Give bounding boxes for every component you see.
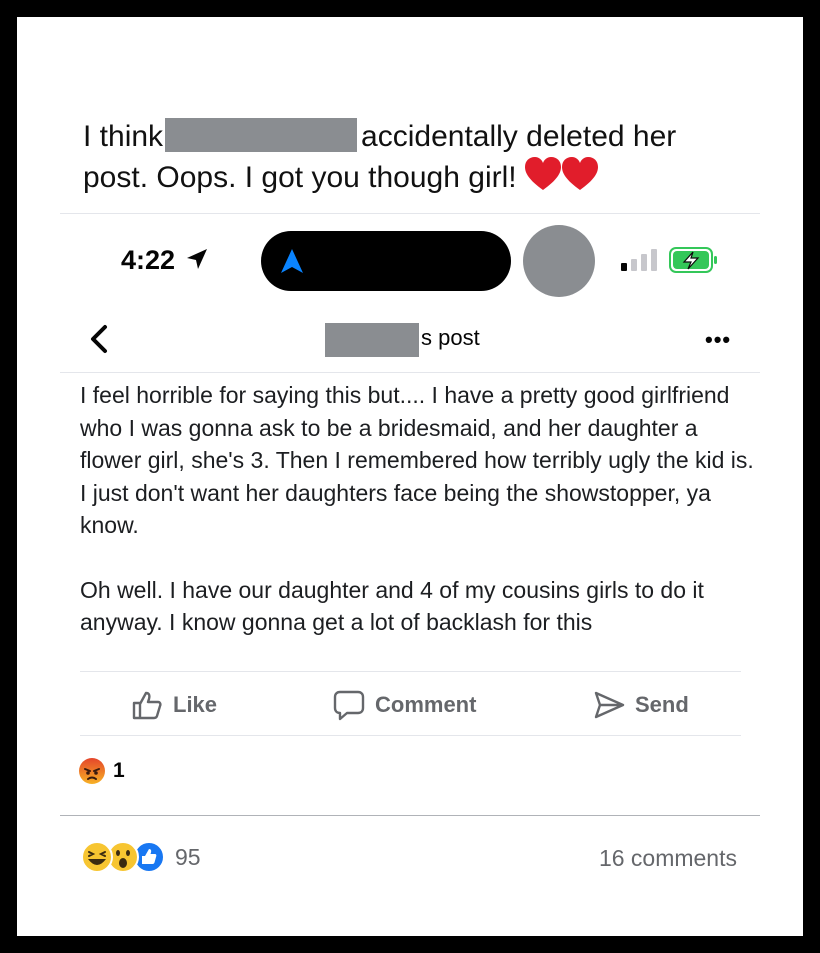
redacted-avatar <box>523 225 595 297</box>
comment-label: Comment <box>375 692 477 717</box>
status-icons <box>621 247 719 273</box>
speech-bubble-icon <box>333 690 365 721</box>
post-header-title: s post <box>421 325 480 350</box>
actions-bottom-divider <box>80 735 741 736</box>
comments-count-link[interactable]: 16 comments <box>599 845 737 872</box>
redacted-name <box>165 118 358 152</box>
inner-reaction-count: 1 <box>113 759 125 782</box>
reaction-summary[interactable]: 95 <box>81 841 201 873</box>
dynamic-island <box>261 231 511 291</box>
header-divider <box>60 372 760 373</box>
more-options-icon[interactable]: ••• <box>705 327 731 353</box>
battery-charging-icon <box>669 247 718 273</box>
send-button[interactable]: Send <box>593 689 689 721</box>
like-label: Like <box>173 692 218 717</box>
post-caption: I think accidentally deleted her post. Oo… <box>83 117 743 204</box>
caption-divider <box>60 213 760 214</box>
time-text: 4:22 <box>121 245 176 275</box>
post-paragraph: I feel horrible for saying this but.... … <box>80 382 754 538</box>
inner-reaction-summary[interactable]: 1 <box>79 758 125 784</box>
thumbs-up-icon <box>132 691 162 720</box>
status-time: 4:22 <box>121 245 209 276</box>
post-paragraph: Oh well. I have our daughter and 4 of my… <box>80 576 704 636</box>
caption-lead: I think <box>83 120 164 153</box>
send-arrow-icon <box>594 691 625 719</box>
location-arrow-icon <box>186 249 207 269</box>
actions-top-divider <box>80 671 741 672</box>
reaction-count: 95 <box>175 843 201 870</box>
redacted-poster-name <box>325 323 419 357</box>
like-button[interactable]: Like <box>131 689 217 721</box>
heart-emojis <box>524 157 599 204</box>
post-text: I feel horrible for saying this but.... … <box>80 379 760 639</box>
back-chevron-icon[interactable] <box>85 319 115 359</box>
haha-emoji-icon <box>81 841 113 873</box>
navigation-arrow-icon <box>281 249 303 273</box>
footer-divider <box>60 815 760 816</box>
screenshot-frame: I think accidentally deleted her post. Oo… <box>17 17 803 936</box>
angry-emoji-icon <box>79 758 105 784</box>
send-label: Send <box>635 692 689 717</box>
comment-button[interactable]: Comment <box>333 689 476 721</box>
signal-icon <box>621 249 657 271</box>
